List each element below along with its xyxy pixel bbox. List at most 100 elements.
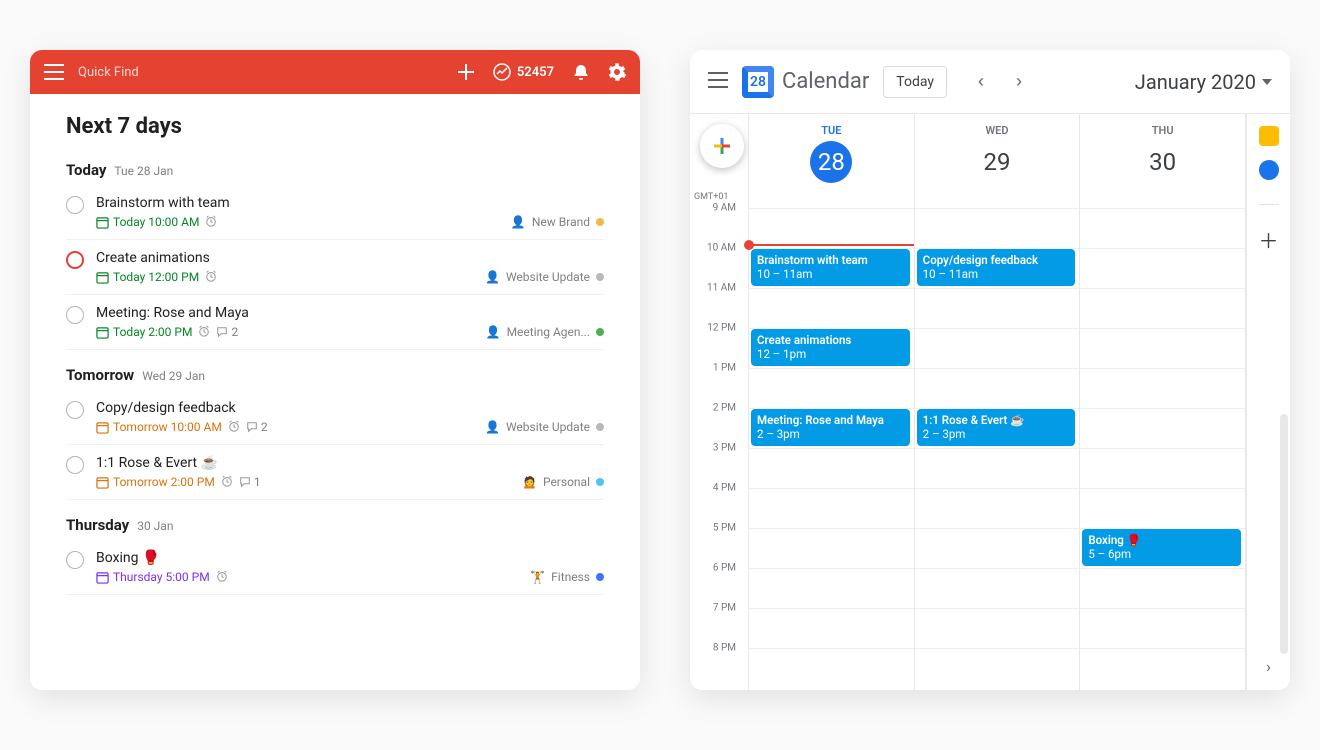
comments-count[interactable]: 2 [216,325,238,339]
calendar-logo-text: Calendar [782,69,869,94]
view-title: Next 7 days [66,114,604,139]
day-date: Tue 28 Jan [114,164,173,178]
project-color-dot [596,273,604,281]
task-project[interactable]: 👤 New Brand [511,215,604,229]
task-date: Today 10:00 AM [96,215,199,229]
current-time-indicator [749,244,914,246]
complete-checkbox[interactable] [66,551,84,569]
calendar-logo-icon: 28 [742,66,774,98]
alarm-icon [221,475,233,489]
calendar-logo: 28 Calendar [742,66,869,98]
karma-button[interactable]: 52457 [493,63,554,81]
task-title: Brainstorm with team [96,195,503,211]
complete-checkbox[interactable] [66,456,84,474]
prev-button[interactable]: ‹ [965,66,997,98]
day-column[interactable]: TUE28 Brainstorm with team10 – 11am Create… [748,114,914,690]
menu-icon[interactable] [44,64,64,80]
day-header[interactable]: THU30 [1080,114,1245,190]
hour-label: 1 PM [690,363,742,374]
hour-label: 8 PM [690,643,742,654]
hour-label: 12 PM [690,323,742,334]
task-row[interactable]: 1:1 Rose & Evert ☕ Tomorrow 2:00 PM 1 🙍 … [66,445,604,500]
project-color-dot [596,218,604,226]
alarm-icon [205,270,217,284]
day-label: Tomorrow [66,366,134,384]
alarm-icon [205,215,217,229]
add-addon-icon[interactable]: ＋ [1259,225,1279,254]
create-event-button[interactable] [700,124,744,168]
day-column[interactable]: THU30 Boxing 🥊5 – 6pm [1079,114,1245,690]
add-task-icon[interactable] [457,63,475,81]
header-actions: 52457 [457,63,626,81]
task-project[interactable]: 🏋️ Fitness [530,570,604,584]
day-header[interactable]: WED29 [915,114,1080,190]
task-row[interactable]: Brainstorm with team Today 10:00 AM 👤 Ne… [66,185,604,240]
calendar-grid[interactable]: TUE28 Brainstorm with team10 – 11am Create… [748,114,1246,690]
task-row[interactable]: Create animations Today 12:00 PM 👤 Websi… [66,240,604,295]
project-color-dot [596,478,604,486]
calendar-event[interactable]: Brainstorm with team10 – 11am [751,249,910,286]
expand-panel-icon[interactable]: › [1266,657,1271,676]
complete-checkbox[interactable] [66,401,84,419]
scrollbar[interactable] [1280,414,1288,654]
settings-icon[interactable] [608,63,626,81]
task-title: Meeting: Rose and Maya [96,305,478,321]
hour-label: 9 AM [690,203,742,214]
hour-label: 4 PM [690,483,742,494]
complete-checkbox[interactable] [66,306,84,324]
day-label: Thursday [66,516,129,534]
karma-score: 52457 [517,65,554,80]
calendar-event[interactable]: Boxing 🥊5 – 6pm [1082,529,1241,566]
project-color-dot [596,573,604,581]
day-column[interactable]: WED29 Copy/design feedback10 – 11am 1:1 Ro… [914,114,1080,690]
day-label: Today [66,161,106,179]
comments-count[interactable]: 1 [239,475,261,489]
day-heading: Today Tue 28 Jan [66,161,604,179]
todoist-header: Quick Find 52457 [30,50,640,94]
task-date: Tomorrow 2:00 PM [96,475,215,489]
calendar-event[interactable]: Meeting: Rose and Maya2 – 3pm [751,409,910,446]
day-heading: Thursday30 Jan [66,516,604,534]
hour-label: 11 AM [690,283,742,294]
alarm-icon [228,420,240,434]
nav-arrows: ‹ › [965,66,1035,98]
next-button[interactable]: › [1003,66,1035,98]
task-project[interactable]: 👤 Meeting Agen... [486,325,604,339]
month-picker[interactable]: January 2020 [1135,70,1272,94]
task-project[interactable]: 👤 Website Update [485,420,604,434]
hour-label: 10 AM [690,243,742,254]
gcal-header: 28 Calendar Today ‹ › January 2020 [690,50,1290,114]
comments-count[interactable]: 2 [246,420,268,434]
alarm-icon [198,325,210,339]
hour-label: 7 PM [690,603,742,614]
keep-icon[interactable] [1259,126,1279,146]
task-row[interactable]: Meeting: Rose and Maya Today 2:00 PM 2 👤… [66,295,604,350]
task-project[interactable]: 👤 Website Update [485,270,604,284]
calendar-event[interactable]: Create animations12 – 1pm [751,329,910,366]
day-heading: TomorrowWed 29 Jan [66,366,604,384]
hour-label: 5 PM [690,523,742,534]
menu-icon[interactable] [708,72,728,92]
notifications-icon[interactable] [572,63,590,81]
complete-checkbox[interactable] [66,251,84,269]
calendar-event[interactable]: 1:1 Rose & Evert ☕2 – 3pm [917,409,1076,446]
timezone-label: GMT+01 [694,192,728,202]
task-row[interactable]: Boxing 🥊 Thursday 5:00 PM 🏋️ Fitness [66,540,604,595]
task-row[interactable]: Copy/design feedback Tomorrow 10:00 AM 2… [66,390,604,445]
tasks-icon[interactable] [1259,160,1279,180]
google-calendar-app: 28 Calendar Today ‹ › January 2020 GMT+0… [690,50,1290,690]
today-button[interactable]: Today [883,66,947,98]
task-date: Tomorrow 10:00 AM [96,420,222,434]
todoist-body: Next 7 days Today Tue 28 Jan Brainstorm w… [30,94,640,690]
day-header[interactable]: TUE28 [749,114,914,190]
project-color-dot [596,423,604,431]
task-project[interactable]: 🙍 Personal [522,475,604,489]
calendar-event[interactable]: Copy/design feedback10 – 11am [917,249,1076,286]
search-input[interactable]: Quick Find [78,65,457,80]
time-gutter: GMT+019 AM10 AM11 AM12 PM1 PM2 PM3 PM4 P… [690,114,748,690]
task-date: Today 2:00 PM [96,325,192,339]
task-title: Create animations [96,250,477,266]
complete-checkbox[interactable] [66,196,84,214]
task-title: Boxing 🥊 [96,550,522,566]
chevron-down-icon [1262,79,1272,85]
